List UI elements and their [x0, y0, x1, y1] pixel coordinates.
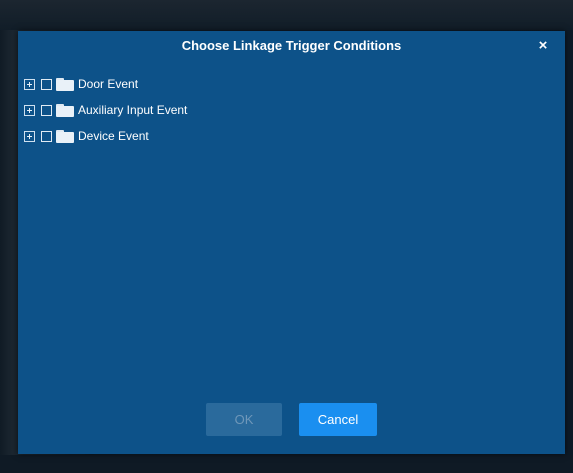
tree-item-door-event: Door Event	[24, 71, 187, 97]
ok-button[interactable]: OK	[206, 403, 282, 436]
tree-item-auxiliary-input-event: Auxiliary Input Event	[24, 97, 187, 123]
expand-plus-icon[interactable]	[24, 130, 35, 142]
folder-icon	[56, 129, 74, 143]
backdrop-header	[0, 0, 573, 30]
tree-item-checkbox[interactable]	[41, 130, 52, 142]
trigger-condition-tree: Door Event Auxiliary Input Event Device …	[24, 71, 187, 149]
expand-plus-icon[interactable]	[24, 104, 35, 116]
folder-icon	[56, 103, 74, 117]
tree-item-label[interactable]: Auxiliary Input Event	[78, 103, 187, 117]
tree-item-device-event: Device Event	[24, 123, 187, 149]
tree-item-checkbox[interactable]	[41, 104, 52, 116]
cancel-button[interactable]: Cancel	[299, 403, 377, 436]
folder-icon	[56, 77, 74, 91]
close-icon[interactable]: ×	[535, 38, 551, 54]
dialog-title: Choose Linkage Trigger Conditions	[181, 38, 402, 53]
tree-item-label[interactable]: Door Event	[78, 77, 138, 91]
tree-item-label[interactable]: Device Event	[78, 129, 149, 143]
backdrop-footer	[0, 455, 573, 473]
dialog-header: Choose Linkage Trigger Conditions ×	[18, 31, 565, 61]
tree-item-checkbox[interactable]	[41, 78, 52, 90]
expand-plus-icon[interactable]	[24, 78, 35, 90]
linkage-trigger-dialog: Choose Linkage Trigger Conditions × Door…	[18, 31, 565, 454]
